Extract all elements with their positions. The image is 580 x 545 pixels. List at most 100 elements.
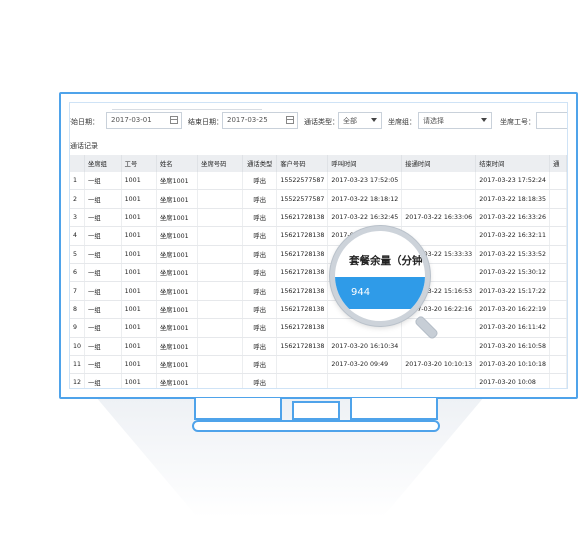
table-cell: 呼出 (242, 300, 278, 320)
table-cell: 2017-03-20 09:49 (327, 355, 403, 375)
table-cell: 一组 (84, 189, 122, 209)
table-cell: 一组 (84, 373, 122, 388)
table-row[interactable]: 9 一组 1001 坐席1001 呼出 15621728138 2017-03-20 16:… (70, 318, 567, 338)
table-cell: 一组 (84, 318, 122, 338)
monitor-stand-left (194, 398, 282, 420)
table-cell: 呼出 (242, 172, 278, 191)
plan-balance-band: 944 (335, 277, 425, 309)
table-row[interactable]: 6 一组 1001 坐席1001 呼出 15621728138 2017-03-22 15:… (70, 263, 567, 283)
table-cell (197, 318, 244, 338)
table-cell: 坐席1001 (156, 355, 199, 375)
table-row[interactable]: 1 一组 1001 坐席1001 呼出 15522577587 2017-03-23 17:… (70, 172, 567, 191)
table-cell (549, 263, 567, 283)
table-cell (401, 189, 477, 209)
column-header: 呼叫时间 (327, 155, 403, 172)
table-cell: 一组 (84, 337, 122, 356)
table-cell: 呼出 (242, 226, 278, 246)
table-cell (401, 373, 477, 388)
start-date-field[interactable]: 2017-03-01 (106, 112, 182, 129)
agent-group-select[interactable]: 请选择 (418, 112, 492, 129)
table-cell: 15522577587 (276, 172, 329, 191)
table-cell: 一组 (84, 245, 122, 264)
table-cell: 1 (70, 172, 85, 191)
table-cell: 6 (70, 263, 85, 283)
table-cell: 2017-03-22 16:33:26 (475, 208, 551, 228)
table-cell: 坐席1001 (156, 189, 199, 209)
table-cell: 坐席1001 (156, 337, 199, 356)
table-cell (197, 208, 244, 228)
call-type-value: 全部 (343, 117, 357, 125)
table-cell: 15621728138 (276, 300, 329, 320)
table-cell (197, 245, 244, 264)
monitor-base (192, 420, 440, 432)
table-cell: 呼出 (242, 245, 278, 264)
call-type-label: 通话类型： (304, 118, 339, 126)
table-row[interactable]: 12 一组 1001 坐席1001 呼出 2017-03-20 10:08 (70, 373, 567, 388)
table-cell (549, 373, 567, 388)
table-row[interactable]: 3 一组 1001 坐席1001 呼出 15621728138 2017-03-22 16:… (70, 208, 567, 228)
table-cell: 2017-03-22 15:30:12 (475, 263, 551, 283)
table-cell (401, 172, 477, 191)
table-row[interactable]: 10 一组 1001 坐席1001 呼出 15621728138 2017-03-20 16… (70, 337, 567, 356)
table-cell: 2017-03-22 18:18:12 (327, 189, 403, 209)
table-cell: 一组 (84, 300, 122, 320)
calendar-icon[interactable] (170, 116, 178, 124)
table-cell: 坐席1001 (156, 245, 199, 264)
table-cell: 一组 (84, 355, 122, 375)
chevron-down-icon (481, 118, 487, 122)
call-type-select[interactable]: 全部 (338, 112, 382, 129)
table-cell: 呼出 (242, 263, 278, 283)
monitor-frame: 开始日期： 2017-03-01 结束日期： 2017-03-25 通话类型： … (59, 92, 578, 399)
table-cell (549, 300, 567, 320)
table-row[interactable]: 5 一组 1001 坐席1001 呼出 15621728138 2017-03-22 15:… (70, 245, 567, 264)
table-cell: 2017-03-22 18:18:35 (475, 189, 551, 209)
table-cell: 1001 (121, 337, 158, 356)
table-cell: 1001 (121, 172, 158, 191)
table-cell: 1001 (121, 226, 158, 246)
table-row[interactable]: 11 一组 1001 坐席1001 呼出 2017-03-20 09:49 2017-03-… (70, 355, 567, 375)
table-cell: 5 (70, 245, 85, 264)
table-cell: 呼出 (242, 189, 278, 209)
table-cell: 15621728138 (276, 337, 329, 356)
plan-balance-value: 944 (351, 287, 371, 298)
table-cell: 呼出 (242, 281, 278, 301)
table-row[interactable]: 7 一组 1001 坐席1001 呼出 15621728138 2017-03-22 15:… (70, 281, 567, 301)
table-cell: 2017-03-23 17:52:05 (327, 172, 403, 191)
table-cell (197, 226, 244, 246)
table-cell: 2017-03-20 16:22:19 (475, 300, 551, 320)
agent-group-value: 请选择 (423, 117, 444, 125)
table-cell: 2017-03-22 16:32:45 (327, 208, 403, 228)
table-cell: 1001 (121, 373, 158, 388)
table-cell (549, 355, 567, 375)
table-cell: 坐席1001 (156, 373, 199, 388)
table-cell: 1001 (121, 281, 158, 301)
table-cell: 呼出 (242, 318, 278, 338)
table-cell: 2017-03-22 16:32:11 (475, 226, 551, 246)
filter-bar: 开始日期： 2017-03-01 结束日期： 2017-03-25 通话类型： … (70, 111, 567, 133)
magnifier-lens: 套餐余量（分钟 944 (330, 226, 430, 326)
section-title: 通话记录 (70, 142, 98, 150)
call-records-table: 坐席组 工号 姓名 坐席号码 通话类型 客户号码 呼叫时间 接通时间 结束时间通 1 一组 1001… (70, 155, 567, 388)
table-cell: 8 (70, 300, 85, 320)
table-cell: 坐席1001 (156, 281, 199, 301)
calendar-icon[interactable] (286, 116, 294, 124)
table-cell (401, 337, 477, 356)
table-cell (197, 281, 244, 301)
table-cell: 3 (70, 208, 85, 228)
table-cell: 12 (70, 373, 85, 388)
table-cell (549, 208, 567, 228)
table-cell: 15621728138 (276, 263, 329, 283)
table-cell (549, 281, 567, 301)
table-row[interactable]: 8 一组 1001 坐席1001 呼出 15621728138 2017-03-20 16:… (70, 300, 567, 320)
table-cell: 2017-03-22 16:33:06 (401, 208, 477, 228)
table-cell (276, 355, 329, 375)
agent-id-input[interactable] (536, 112, 567, 129)
agent-id-label: 坐席工号： (500, 118, 535, 126)
end-date-field[interactable]: 2017-03-25 (222, 112, 298, 129)
table-cell (197, 172, 244, 191)
table-cell: 15621728138 (276, 245, 329, 264)
table-row[interactable]: 4 一组 1001 坐席1001 呼出 15621728138 2017-03-22 16:… (70, 226, 567, 246)
column-header (70, 155, 85, 172)
table-row[interactable]: 2 一组 1001 坐席1001 呼出 15522577587 2017-03-22 18:… (70, 189, 567, 209)
table-cell (549, 226, 567, 246)
